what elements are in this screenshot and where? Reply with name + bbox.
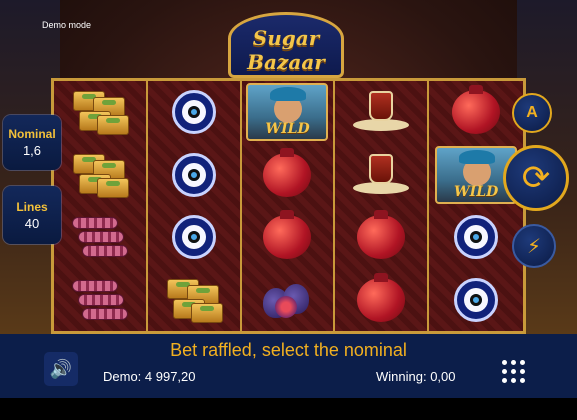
reel-cell — [54, 269, 146, 332]
roll-piece — [81, 245, 128, 258]
menu-dot — [510, 359, 516, 365]
demo-balance: Demo: 4 997,20 — [103, 369, 196, 384]
spin-button[interactable]: ⟳ — [503, 145, 569, 211]
pomegranate-symbol — [263, 210, 312, 260]
reel-cell — [429, 81, 523, 144]
reel-cell — [242, 206, 334, 269]
pomegranate-symbol — [357, 272, 406, 322]
reel-2 — [147, 81, 242, 332]
roll-piece — [71, 217, 118, 230]
lines-value: 40 — [24, 216, 40, 231]
evil-eye-symbol — [171, 90, 216, 135]
wild-symbol: WILD — [246, 83, 329, 142]
menu-dot — [519, 359, 525, 365]
baklava-piece — [96, 177, 129, 198]
roll-piece — [77, 293, 124, 306]
reel-cell — [148, 81, 240, 144]
reel-cell — [148, 269, 240, 332]
demo-mode-label: Demo mode — [42, 20, 92, 30]
logo-line1: Sugar — [252, 26, 320, 50]
evil-eye-symbol — [171, 152, 216, 197]
reel-3: WILD — [241, 81, 336, 332]
lightning-icon: ⚡ — [526, 235, 542, 258]
bet-message: Bet raffled, select the nominal — [170, 340, 407, 360]
menu-dot — [519, 377, 525, 383]
lines-label: Lines — [16, 200, 48, 214]
reel-cell — [54, 144, 146, 207]
baklava-piece — [190, 302, 223, 323]
tea-plate — [353, 119, 410, 132]
evil-eye-symbol — [454, 277, 499, 322]
turkish-delight-rolls-symbol — [70, 215, 130, 259]
game-logo: Sugar Bazaar — [196, 6, 376, 78]
tea-cup — [369, 91, 394, 122]
turbo-button[interactable]: ⚡ — [512, 224, 556, 268]
bottom-strip — [0, 398, 577, 420]
speaker-icon: 🔊 — [49, 358, 73, 379]
evil-eye-symbol — [454, 215, 499, 260]
evil-eye-symbol — [171, 215, 216, 260]
menu-dot — [501, 377, 507, 383]
reel-cell: WILD — [242, 81, 334, 144]
reel-cell — [429, 269, 523, 332]
menu-button[interactable] — [498, 356, 528, 386]
roll-piece — [81, 307, 128, 320]
reel-cell — [242, 144, 334, 207]
menu-dot — [510, 368, 516, 374]
reel-grid: WILD WILD — [51, 78, 526, 334]
reel-1 — [54, 81, 148, 331]
reel-cell — [335, 81, 427, 144]
reel-cell — [335, 144, 427, 207]
menu-dot — [501, 359, 507, 365]
pomegranate-symbol — [357, 210, 406, 260]
logo-line2: Bazaar — [247, 50, 325, 74]
reel-5: WILD — [429, 81, 523, 331]
wild-label: WILD — [265, 121, 310, 138]
reel-cell — [242, 269, 334, 332]
roll-piece — [77, 231, 124, 244]
nominal-value: 1,6 — [22, 143, 42, 158]
reel-cell — [429, 206, 523, 269]
fig-symbol — [261, 278, 313, 322]
reel-cell — [335, 206, 427, 269]
turkish-tea-symbol — [351, 152, 411, 198]
autoplay-button[interactable]: A — [512, 93, 552, 133]
baklava-symbol — [71, 152, 129, 198]
fig-piece — [275, 295, 298, 318]
reel-cell — [148, 206, 240, 269]
reel-cell — [148, 144, 240, 207]
roll-piece — [71, 279, 118, 292]
turban — [459, 149, 496, 164]
baklava-piece — [96, 115, 129, 136]
pomegranate-symbol — [263, 147, 312, 197]
reel-cell — [54, 81, 146, 144]
tea-cup — [369, 153, 394, 184]
turkish-tea-symbol — [351, 89, 411, 135]
baklava-symbol — [71, 89, 129, 136]
reel-4 — [335, 81, 430, 332]
lines-panel[interactable]: Lines 40 — [3, 186, 61, 244]
sound-button[interactable]: 🔊 — [44, 352, 78, 386]
winning-amount: Winning: 0,00 — [376, 369, 456, 384]
pomegranate-symbol — [452, 85, 501, 135]
menu-dot — [519, 368, 525, 374]
reel-cell — [335, 269, 427, 332]
menu-dot — [510, 377, 516, 383]
nominal-label: Nominal — [8, 127, 56, 141]
baklava-symbol — [165, 277, 223, 323]
turban — [270, 87, 307, 102]
turkish-delight-rolls-symbol — [70, 278, 130, 322]
game-stage: Demo mode Sugar Bazaar WILD WILD Nominal … — [0, 0, 577, 420]
menu-dot — [501, 368, 507, 374]
spin-arrows-icon: ⟳ — [521, 159, 551, 197]
autoplay-label: A — [526, 104, 538, 121]
nominal-panel[interactable]: Nominal 1,6 — [3, 115, 61, 170]
reel-cell — [54, 206, 146, 269]
